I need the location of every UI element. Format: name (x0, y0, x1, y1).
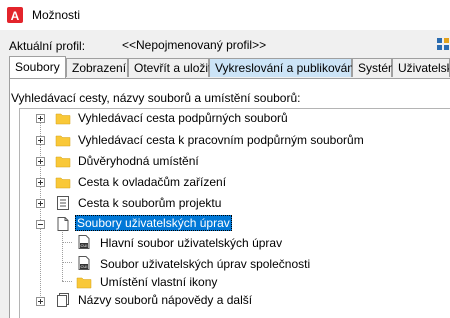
tab-uzivatelske[interactable]: Uživatelské (392, 58, 450, 77)
tab-soubory[interactable]: Soubory (9, 56, 66, 78)
tree-connector (62, 281, 72, 282)
svg-text:CUI: CUI (81, 243, 88, 248)
tree-item-customization-files[interactable]: Soubory uživatelských úprav (75, 215, 232, 231)
tab-zobrazeni[interactable]: Zobrazení (66, 58, 128, 77)
tree-item-working-support-search-path[interactable]: Vyhledávací cesta k pracovním podpůrným … (78, 133, 364, 147)
tree-item-main-customization-file[interactable]: Hlavní soubor uživatelských úprav (100, 236, 282, 250)
cui-file-icon: CUI (76, 255, 92, 271)
tree-item-help-file-names[interactable]: Názvy souborů nápovědy a další (78, 293, 252, 307)
tree-connector (62, 226, 63, 281)
project-file-icon (55, 195, 71, 211)
tree-item-custom-icon-location[interactable]: Umístění vlastní ikony (100, 275, 217, 289)
documents-icon (55, 292, 71, 308)
folder-icon (55, 174, 71, 190)
svg-text:CUI: CUI (81, 264, 88, 269)
current-profile-value: <<Nepojmenovaný profil>> (122, 38, 267, 52)
expand-icon[interactable] (36, 199, 45, 208)
svg-text:A: A (11, 9, 20, 23)
expand-icon[interactable] (36, 114, 45, 123)
tree-connector (40, 118, 41, 298)
tree-item-enterprise-customization-file[interactable]: Soubor uživatelských úprav společnosti (100, 257, 310, 271)
tree-item-support-search-path[interactable]: Vyhledávací cesta podpůrných souborů (78, 111, 288, 125)
expand-icon[interactable] (36, 157, 45, 166)
tree-item-project-files-path[interactable]: Cesta k souborům projektu (78, 196, 221, 210)
autocad-app-icon: A (7, 7, 23, 23)
tree-item-device-driver-path[interactable]: Cesta k ovladačům zařízení (78, 175, 226, 189)
tree-item-trusted-locations[interactable]: Důvěryhodná umístění (78, 154, 199, 168)
profile-drawing-icon (436, 37, 450, 51)
tab-strip: Soubory Zobrazení Otevřít a uložit Vykre… (9, 56, 450, 78)
expand-icon[interactable] (36, 136, 45, 145)
expand-icon[interactable] (36, 178, 45, 187)
tree-connector (62, 242, 72, 243)
tab-vykreslovani-a-publikovani[interactable]: Vykreslování a publikování (209, 58, 357, 77)
expand-icon[interactable] (36, 297, 45, 306)
window-title: Možnosti (32, 8, 81, 22)
panel-description: Vyhledávací cesty, názvy souborů a umíst… (11, 91, 301, 105)
folder-icon (55, 110, 71, 126)
tab-otevrit-a-ulozit[interactable]: Otevřít a uložit (128, 58, 211, 77)
tree-connector (62, 262, 72, 263)
folder-icon (55, 132, 71, 148)
tab-system[interactable]: Systém (352, 58, 398, 77)
current-profile-label: Aktuální profil: (9, 39, 86, 53)
folder-icon (76, 274, 92, 290)
document-icon (55, 216, 71, 232)
cui-file-icon: CUI (76, 234, 92, 250)
folder-icon (55, 153, 71, 169)
collapse-icon[interactable] (36, 220, 45, 229)
